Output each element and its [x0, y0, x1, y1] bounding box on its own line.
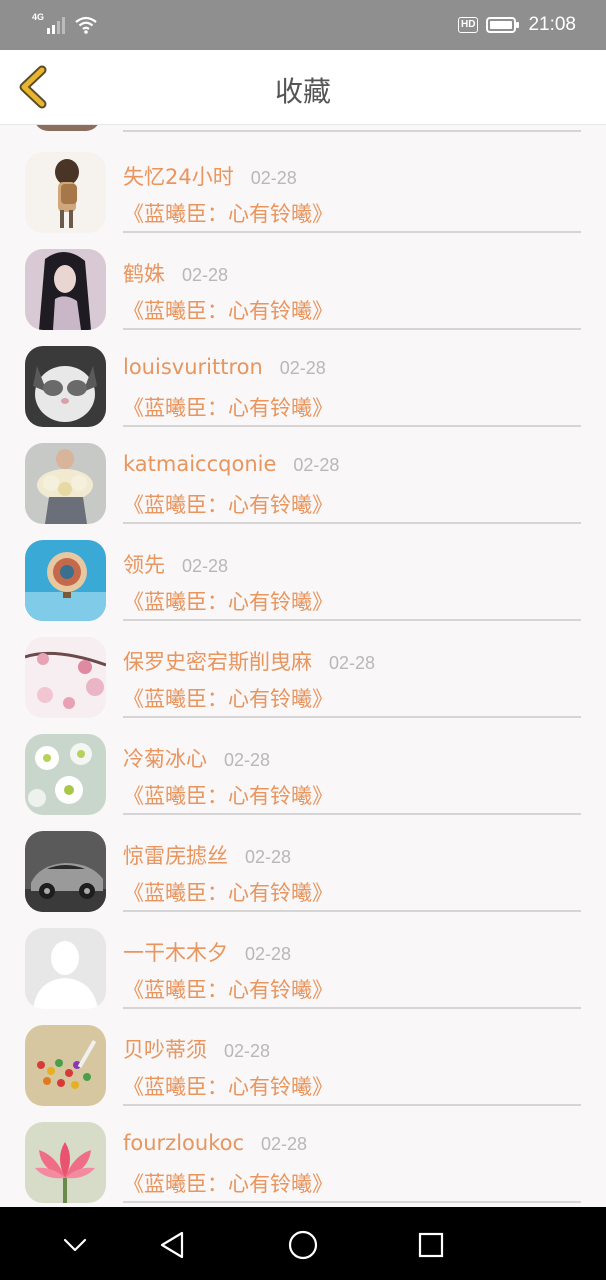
pink-lotus-avatar[interactable] [25, 1122, 106, 1203]
flower-dress-avatar[interactable] [25, 443, 106, 524]
home-circle-icon[interactable] [283, 1225, 323, 1265]
list-item[interactable]: 冷菊冰心 02-28 《蓝曦臣：心有铃曦》 [0, 712, 606, 815]
book-title[interactable]: 《蓝曦臣：心有铃曦》 [123, 1168, 333, 1198]
item-date: 02-28 [245, 944, 292, 964]
user-name[interactable]: louisvurittron [123, 355, 263, 379]
item-header: katmaiccqonie 02-28 [123, 452, 339, 476]
system-nav-bar [0, 1207, 606, 1280]
wifi-icon [75, 16, 97, 34]
user-name[interactable]: fourzloukoc [123, 1131, 244, 1155]
battery-icon [486, 17, 520, 33]
user-name[interactable]: 失忆24小时 [123, 161, 234, 191]
list-item[interactable]: 领先 02-28 《蓝曦臣：心有铃曦》 [0, 518, 606, 621]
item-date: 02-28 [293, 455, 340, 475]
list-divider [123, 1201, 581, 1203]
item-header: 保罗史密宕斯削曳麻 02-28 [123, 646, 375, 676]
chevron-down-icon[interactable] [55, 1225, 95, 1265]
item-date: 02-28 [245, 847, 292, 867]
hd-badge: HD [458, 17, 479, 33]
item-header: fourzloukoc 02-28 [123, 1131, 307, 1155]
book-title[interactable]: 《蓝曦臣：心有铃曦》 [123, 392, 333, 422]
clock: 21:08 [528, 14, 576, 35]
item-date: 02-28 [329, 653, 376, 673]
back-triangle-icon[interactable] [153, 1225, 193, 1265]
book-title[interactable]: 《蓝曦臣：心有铃曦》 [123, 586, 333, 616]
cat-avatar[interactable] [25, 346, 106, 427]
item-date: 02-28 [261, 1134, 308, 1154]
user-name[interactable]: 领先 [123, 549, 165, 579]
item-date: 02-28 [224, 1041, 271, 1061]
user-name[interactable]: 一干木木夕 [123, 937, 228, 967]
recents-square-icon[interactable] [411, 1225, 451, 1265]
item-header: 冷菊冰心 02-28 [123, 743, 270, 773]
list-item[interactable]: 鹤姝 02-28 《蓝曦臣：心有铃曦》 [0, 227, 606, 330]
item-header: 一干木木夕 02-28 [123, 937, 291, 967]
item-date: 02-28 [279, 358, 326, 378]
list-item[interactable]: louisvurittron 02-28 《蓝曦臣：心有铃曦》 [0, 324, 606, 427]
book-title[interactable]: 《蓝曦臣：心有铃曦》 [123, 198, 333, 228]
item-header: 领先 02-28 [123, 549, 228, 579]
item-date: 02-28 [224, 750, 271, 770]
plum-blossom-avatar[interactable] [25, 637, 106, 718]
item-header: 贝吵蒂须 02-28 [123, 1034, 270, 1064]
list-item[interactable]: fourzloukoc 02-28 《蓝曦臣：心有铃曦》 [0, 1100, 606, 1203]
list-item[interactable]: 惊雷庑摅丝 02-28 《蓝曦臣：心有铃曦》 [0, 809, 606, 912]
item-header: 惊雷庑摅丝 02-28 [123, 840, 291, 870]
item-header: 鹤姝 02-28 [123, 258, 228, 288]
favorites-list: 失忆24小时 02-28 《蓝曦臣：心有铃曦》 鹤姝 02-28 《蓝曦臣：心有… [0, 125, 606, 1207]
book-title[interactable]: 《蓝曦臣：心有铃曦》 [123, 295, 333, 325]
item-header: 失忆24小时 02-28 [123, 161, 297, 191]
user-name[interactable]: 贝吵蒂须 [123, 1034, 207, 1064]
list-item[interactable]: 保罗史密宕斯削曳麻 02-28 《蓝曦臣：心有铃曦》 [0, 615, 606, 718]
status-left: 4G [32, 12, 98, 38]
book-title[interactable]: 《蓝曦臣：心有铃曦》 [123, 489, 333, 519]
page-title: 收藏 [274, 75, 331, 108]
long-hair-girl-avatar[interactable] [25, 249, 106, 330]
balloon-avatar[interactable] [25, 540, 106, 621]
item-header: louisvurittron 02-28 [123, 355, 326, 379]
book-title[interactable]: 《蓝曦臣：心有铃曦》 [123, 877, 333, 907]
user-name[interactable]: katmaiccqonie [123, 452, 276, 476]
user-name[interactable]: 惊雷庑摅丝 [123, 840, 228, 870]
list-item[interactable]: katmaiccqonie 02-28 《蓝曦臣：心有铃曦》 [0, 421, 606, 524]
girl-backpack-avatar[interactable] [25, 152, 106, 233]
status-bar: 4G HD 21:08 [0, 0, 606, 50]
book-title[interactable]: 《蓝曦臣：心有铃曦》 [123, 974, 333, 1004]
book-title[interactable]: 《蓝曦臣：心有铃曦》 [123, 1071, 333, 1101]
list-item[interactable]: 一干木木夕 02-28 《蓝曦臣：心有铃曦》 [0, 906, 606, 1009]
item-date: 02-28 [250, 168, 297, 188]
list-item[interactable]: 失忆24小时 02-28 《蓝曦臣：心有铃曦》 [0, 130, 606, 233]
list-item[interactable]: 贝吵蒂须 02-28 《蓝曦臣：心有铃曦》 [0, 1003, 606, 1106]
signal-icon [47, 17, 66, 34]
daisy-avatar[interactable] [25, 734, 106, 815]
sports-car-avatar[interactable] [25, 831, 106, 912]
app-header: 收藏 [0, 50, 606, 125]
book-title[interactable]: 《蓝曦臣：心有铃曦》 [123, 683, 333, 713]
status-right: HD 21:08 [458, 12, 576, 38]
network-4g-label: 4G [32, 12, 45, 22]
user-name[interactable]: 鹤姝 [123, 258, 165, 288]
user-name[interactable]: 冷菊冰心 [123, 743, 207, 773]
item-date: 02-28 [182, 556, 229, 576]
default-person-avatar[interactable] [25, 928, 106, 1009]
item-date: 02-28 [182, 265, 229, 285]
user-name[interactable]: 保罗史密宕斯削曳麻 [123, 646, 312, 676]
book-title[interactable]: 《蓝曦臣：心有铃曦》 [123, 780, 333, 810]
candy-avatar[interactable] [25, 1025, 106, 1106]
